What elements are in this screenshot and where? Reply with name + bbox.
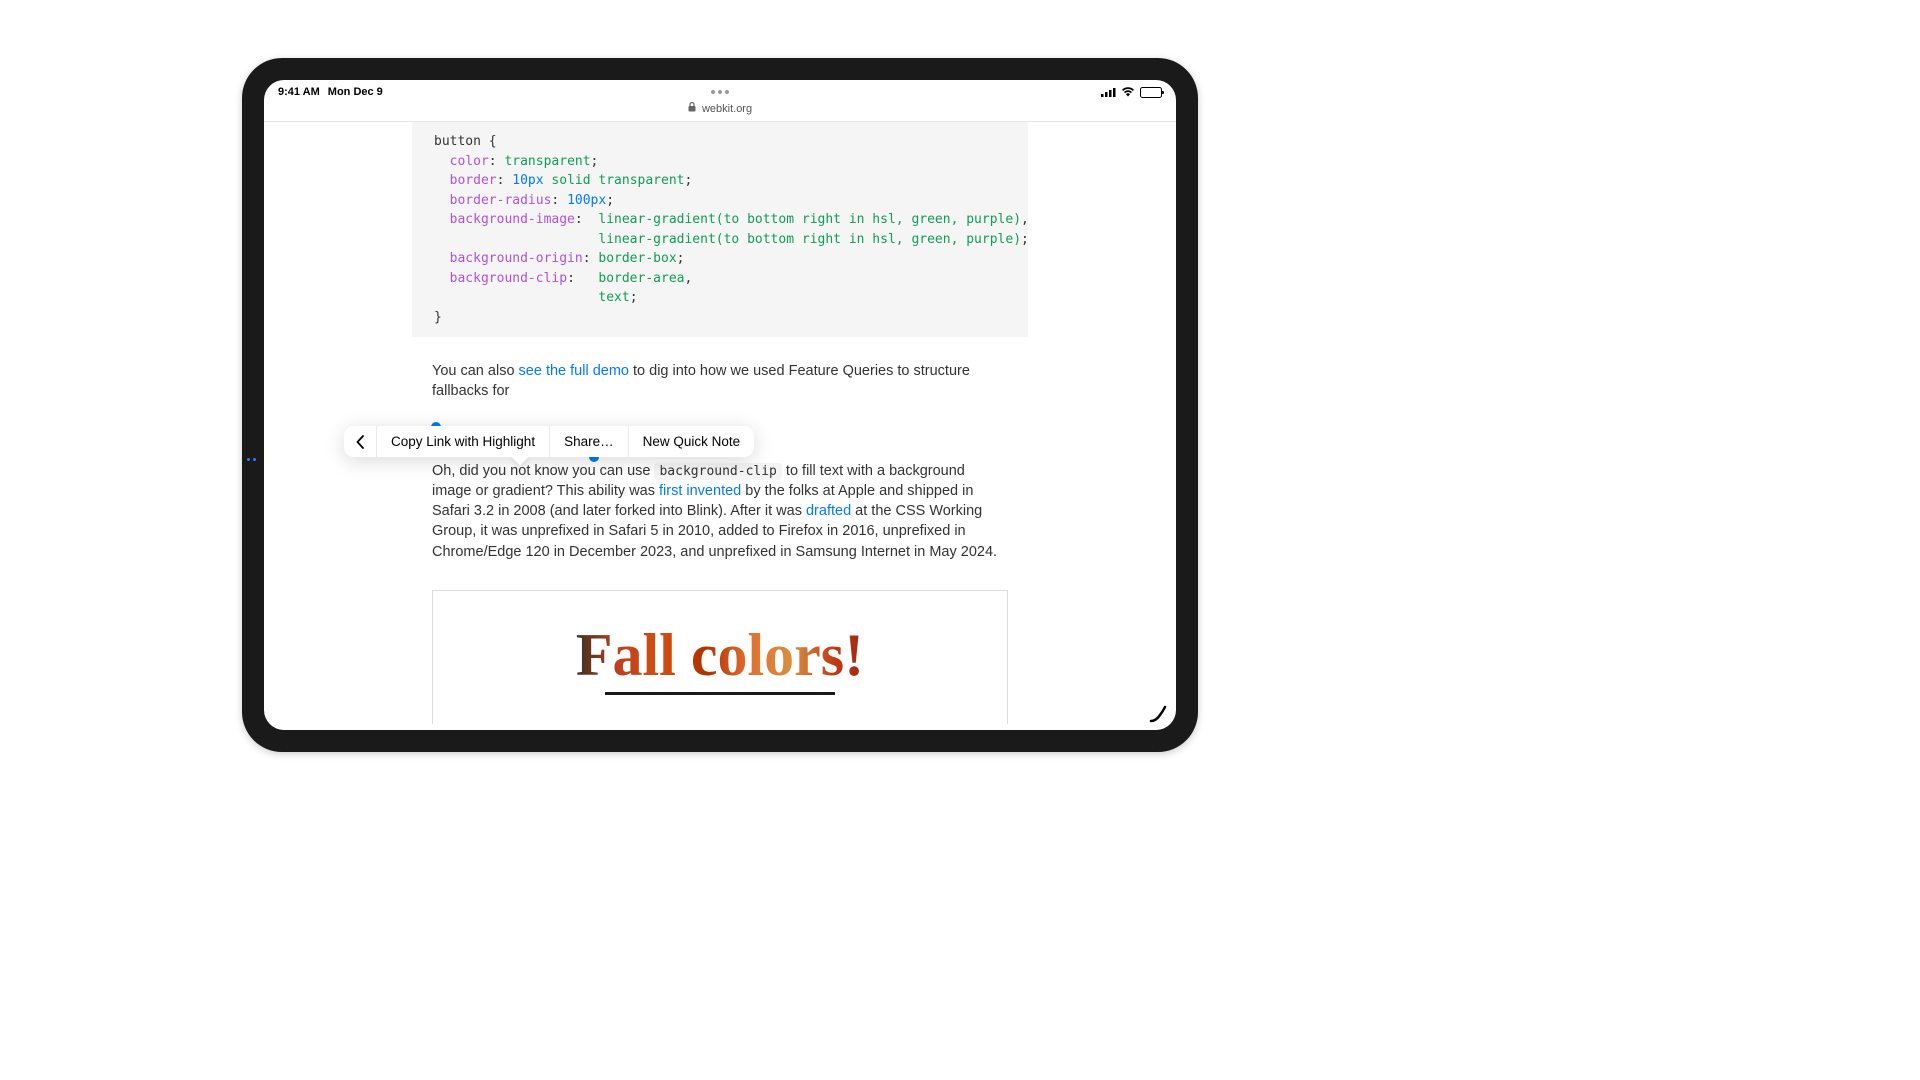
status-left: 9:41 AM Mon Dec 9 [278, 86, 383, 98]
multitask-dots[interactable] [711, 90, 729, 94]
demo-figure: Fall colors! [432, 590, 1008, 724]
lock-icon [688, 102, 696, 115]
text-selection-menu: Copy Link with Highlight Share… New Quic… [344, 426, 754, 457]
code-prop: background-clip [450, 271, 567, 286]
drafted-link[interactable]: drafted [806, 503, 851, 519]
prose-text: Oh, did you not know you can use [432, 463, 654, 479]
code-val: border-area [598, 271, 684, 286]
prose-paragraph: You can also see the full demo to dig in… [432, 361, 1008, 402]
code-num: 10px [512, 173, 543, 188]
prose-paragraph: Oh, did you not know you can use backgro… [432, 461, 1008, 562]
chevron-left-icon [356, 435, 364, 449]
new-quick-note-button[interactable]: New Quick Note [629, 426, 755, 457]
code-val: linear-gradient(to bottom right in hsl, … [598, 212, 1021, 227]
battery-icon [1140, 87, 1162, 98]
ipad-screen: 9:41 AM Mon Dec 9 webkit.org [264, 80, 1176, 730]
status-bar: 9:41 AM Mon Dec 9 [264, 80, 1176, 100]
url-host: webkit.org [702, 103, 752, 115]
fall-colors-text: Fall colors! [576, 621, 864, 690]
status-right [1101, 87, 1162, 98]
menu-back-button[interactable] [344, 426, 377, 457]
fall-underline [605, 692, 835, 695]
code-close: } [434, 310, 442, 325]
wifi-icon [1121, 87, 1135, 97]
code-val: border-box [598, 251, 676, 266]
code-prop: background-origin [450, 251, 583, 266]
signal-icon [1101, 87, 1116, 97]
code-prop: border [450, 173, 497, 188]
share-button[interactable]: Share… [550, 426, 629, 457]
url-bar[interactable]: webkit.org [264, 100, 1176, 122]
code-val: text [598, 290, 629, 305]
code-val: transparent [504, 154, 590, 169]
inline-code: background-clip [654, 463, 781, 480]
scribble-icon[interactable] [1148, 704, 1168, 724]
status-date: Mon Dec 9 [328, 86, 383, 98]
prose-text: You can also [432, 363, 519, 379]
code-prop: color [450, 154, 489, 169]
ipad-device-frame: 9:41 AM Mon Dec 9 webkit.org [242, 58, 1198, 752]
first-invented-link[interactable]: first invented [659, 483, 741, 499]
code-prop: border-radius [450, 193, 552, 208]
code-val: linear-gradient(to bottom right in hsl, … [598, 232, 1021, 247]
code-selector: button { [434, 134, 497, 149]
code-block: button { color: transparent; border: 10p… [412, 122, 1028, 337]
copy-link-highlight-button[interactable]: Copy Link with Highlight [377, 426, 550, 457]
code-num: 100px [567, 193, 606, 208]
web-content[interactable]: button { color: transparent; border: 10p… [264, 122, 1176, 724]
code-val: solid transparent [551, 173, 684, 188]
demo-link[interactable]: see the full demo [519, 363, 629, 379]
side-indicator [245, 458, 259, 461]
status-time: 9:41 AM [278, 86, 320, 98]
code-prop: background-image [450, 212, 575, 227]
